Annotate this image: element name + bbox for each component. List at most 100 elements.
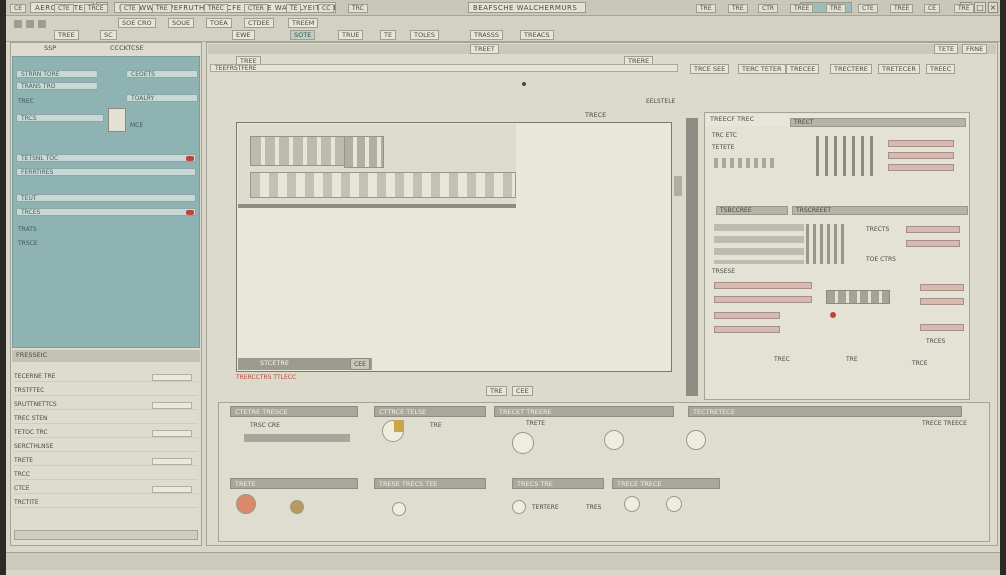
tab-2[interactable]: TETE <box>934 44 959 54</box>
teal-row-9[interactable]: TRCES <box>16 208 196 216</box>
status-item-2[interactable]: TRCE <box>84 4 108 13</box>
status-right-1[interactable]: TRE <box>696 4 716 13</box>
toolbar-item-13[interactable]: TRASSS <box>470 30 504 40</box>
sub-tag-6[interactable]: TREEC <box>926 64 956 74</box>
module-head-1[interactable]: CTETRE TRESCE <box>230 406 358 417</box>
level-strip-10[interactable] <box>920 284 964 291</box>
teal-row-4[interactable]: TOALRY <box>126 94 198 102</box>
list-row-6[interactable]: SERCTHLNSE <box>14 442 198 452</box>
scroll-thumb[interactable] <box>674 176 682 196</box>
sub-tag-5[interactable]: TRETECER <box>878 64 920 74</box>
level-strip-9[interactable] <box>714 326 780 333</box>
sub-tag-2[interactable]: TERC TETER <box>738 64 786 74</box>
teal-row-8[interactable]: TEUT <box>16 194 196 202</box>
status-right-9[interactable]: TRE <box>954 4 974 13</box>
module-head-3[interactable]: TRECET TREERE <box>494 406 674 417</box>
toolbar-item-12[interactable]: TREE <box>54 30 79 40</box>
canvas-palette-2[interactable] <box>344 136 384 168</box>
value-field-1[interactable] <box>152 374 192 381</box>
toolbar-item-11[interactable]: SC <box>100 30 117 40</box>
status-item-7[interactable]: TE <box>286 4 302 13</box>
toolbar-item-8[interactable]: TOLES <box>410 30 439 40</box>
sub-tag-3[interactable]: TRECEE <box>786 64 820 74</box>
teal-row-2[interactable]: TRANS TRO <box>16 82 98 90</box>
tab-1[interactable]: TREET <box>470 44 499 54</box>
teal-row-1[interactable]: STRRN TORE <box>16 70 98 78</box>
status-item-5[interactable]: TREC <box>204 4 228 13</box>
param-list-1[interactable] <box>714 224 804 264</box>
sub-tag-4[interactable]: TRECTERE <box>830 64 872 74</box>
knob-3[interactable] <box>604 430 624 450</box>
toolbar-item-10[interactable]: EWE <box>232 30 255 40</box>
inspector-sliders[interactable] <box>816 136 876 176</box>
teal-row-6[interactable]: TETSNL TOC <box>16 154 196 162</box>
level-strip-7[interactable] <box>714 296 812 303</box>
status-right-5[interactable]: TRE <box>826 4 846 13</box>
tab-3[interactable]: FRNE <box>962 44 988 54</box>
teal-row-5[interactable]: TRCS <box>16 114 104 122</box>
status-item-6[interactable]: CTER <box>244 4 268 13</box>
module-head-7[interactable]: TRECS TRE <box>512 478 604 489</box>
toolbar-item-5[interactable]: TREEM <box>288 18 319 28</box>
canvas-components[interactable] <box>250 172 516 198</box>
sub-tag-1[interactable]: TRCE SEE <box>690 64 730 74</box>
status-item-4[interactable]: TRE <box>152 4 172 13</box>
level-strip-12[interactable] <box>920 324 964 331</box>
canvas-ok-button[interactable]: CEE <box>350 358 370 370</box>
list-row-8[interactable]: TRCC <box>14 470 198 480</box>
maximize-button[interactable]: □ <box>974 2 986 13</box>
param-sliders[interactable] <box>806 224 846 264</box>
level-strip-8[interactable] <box>714 312 780 319</box>
teal-row-7[interactable]: FERRTIRES <box>16 168 196 176</box>
level-strip-5[interactable] <box>906 240 960 247</box>
toolbar-item-4[interactable]: CTDEE <box>244 18 274 28</box>
status-item-3[interactable]: CTE <box>120 4 140 13</box>
status-right-7[interactable]: TREE <box>890 4 914 13</box>
value-field-2[interactable] <box>152 402 192 409</box>
list-row-10[interactable]: TRCTITE <box>14 498 198 508</box>
knob-5[interactable] <box>236 494 256 514</box>
value-field-4[interactable] <box>152 458 192 465</box>
value-field-5[interactable] <box>152 486 192 493</box>
knob-7[interactable] <box>392 502 406 516</box>
new-icon[interactable] <box>14 20 22 28</box>
canvas-nav-next[interactable]: CEE <box>512 386 533 396</box>
status-item-9[interactable]: TRC <box>348 4 368 13</box>
toolbar-item-9[interactable]: SOTE <box>290 30 316 40</box>
level-strip-2[interactable] <box>888 152 954 159</box>
toggle-grid[interactable] <box>826 290 890 304</box>
canvas-nav-prev[interactable]: TRE <box>486 386 507 396</box>
module-head-2[interactable]: CTTRCE TELSE <box>374 406 486 417</box>
status-right-4[interactable]: TREE <box>790 4 814 13</box>
toolbar-item-2[interactable]: SOUE <box>168 18 195 28</box>
status-item-1[interactable]: CTE <box>54 4 74 13</box>
list-row-2[interactable]: TRSTFTEC <box>14 386 198 396</box>
module-head-6[interactable]: TRESE TRECS TEE <box>374 478 486 489</box>
knob-6[interactable] <box>290 500 304 514</box>
status-right-3[interactable]: CTR <box>758 4 779 13</box>
list-row-4[interactable]: TREC STEN <box>14 414 198 424</box>
knob-2[interactable] <box>512 432 534 454</box>
toolbar-item-7[interactable]: TE <box>380 30 397 40</box>
status-right-8[interactable]: CE <box>924 4 940 13</box>
level-strip-6[interactable] <box>714 282 812 289</box>
level-strip-1[interactable] <box>888 140 954 147</box>
module-head-8[interactable]: TRECE TRECE <box>612 478 720 489</box>
knob-9[interactable] <box>624 496 640 512</box>
module-slider-1[interactable] <box>244 434 350 442</box>
value-field-3[interactable] <box>152 430 192 437</box>
level-strip-3[interactable] <box>888 164 954 171</box>
toolbar-item-3[interactable]: TOEA <box>206 18 232 28</box>
toolbar-item-6[interactable]: TRUE <box>338 30 364 40</box>
level-strip-4[interactable] <box>906 226 960 233</box>
canvas-scrollbar[interactable] <box>686 118 698 396</box>
knob-8[interactable] <box>512 500 526 514</box>
open-icon[interactable] <box>26 20 34 28</box>
knob-4[interactable] <box>686 430 706 450</box>
teal-row-3[interactable]: CEOETS <box>126 70 198 78</box>
close-button[interactable]: × <box>988 2 998 13</box>
toolbar-item-14[interactable]: TREACS <box>520 30 554 40</box>
module-head-4[interactable]: TECTRETECE <box>688 406 962 417</box>
module-head-5[interactable]: TRETE <box>230 478 358 489</box>
status-right-2[interactable]: TRE <box>728 4 748 13</box>
